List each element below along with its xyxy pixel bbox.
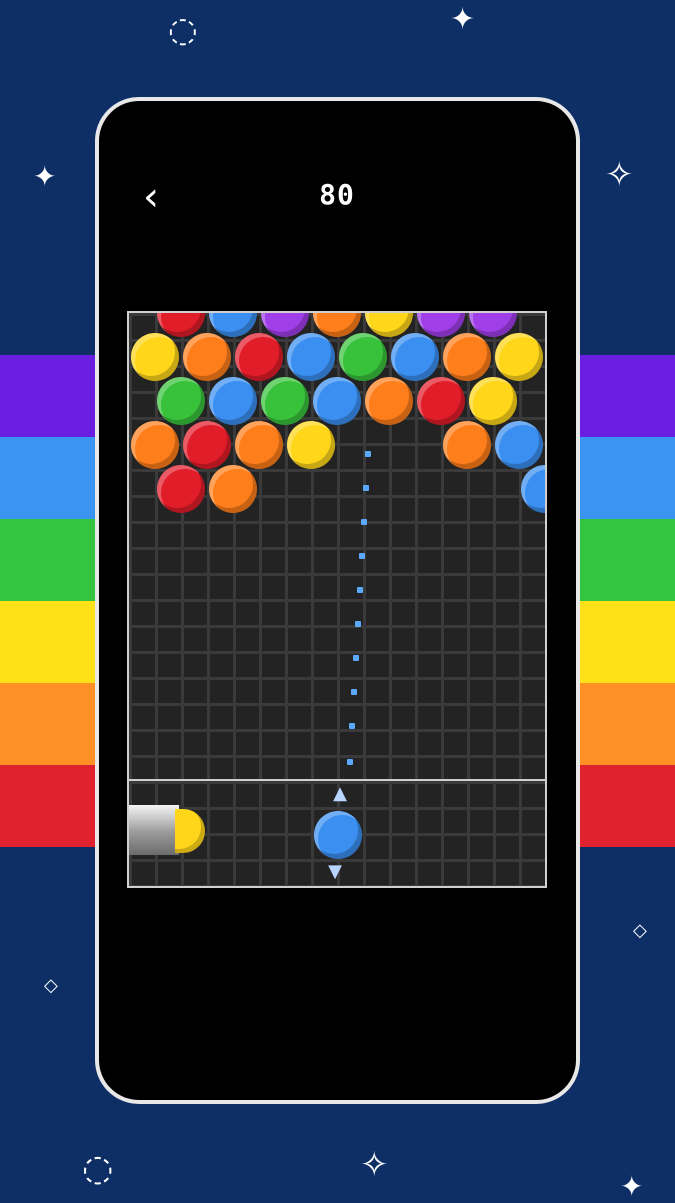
aim-dot xyxy=(353,655,359,661)
aim-dot xyxy=(359,553,365,559)
bubble-red xyxy=(183,421,231,469)
bubble-yellow xyxy=(131,333,179,381)
aim-dot xyxy=(361,519,367,525)
bubble-red xyxy=(417,377,465,425)
chevron-left-icon: ‹ xyxy=(143,174,159,220)
score-label: 80 xyxy=(319,178,355,211)
bubble-red xyxy=(157,465,205,513)
bubble-yellow xyxy=(495,333,543,381)
bubble-blue xyxy=(287,333,335,381)
star-icon: ✦ xyxy=(33,160,57,193)
aim-dot xyxy=(363,485,369,491)
bubble-orange xyxy=(209,465,257,513)
star-icon: ✦ xyxy=(620,1170,644,1203)
aim-dot xyxy=(355,621,361,627)
game-board[interactable]: ▲ ▼ xyxy=(127,311,547,888)
bubble-red xyxy=(235,333,283,381)
star-icon: ✦ xyxy=(450,2,476,37)
circle-sparkle-icon: ◌ xyxy=(168,10,198,50)
bubble-green xyxy=(261,377,309,425)
bubble-blue xyxy=(391,333,439,381)
arrow-up-icon: ▲ xyxy=(333,783,347,804)
arrow-down-icon: ▼ xyxy=(328,861,342,882)
aim-dot xyxy=(357,587,363,593)
star-icon: ✧ xyxy=(360,1145,389,1185)
bubble-orange xyxy=(443,333,491,381)
circle-sparkle-icon: ◌ xyxy=(82,1148,114,1189)
diamond-sparkle-icon: ◇ xyxy=(633,920,647,941)
bubble-orange xyxy=(235,421,283,469)
bubble-orange xyxy=(131,421,179,469)
bubble-orange xyxy=(443,421,491,469)
bubble-green xyxy=(339,333,387,381)
bubble-blue xyxy=(209,377,257,425)
back-button[interactable]: ‹ xyxy=(133,175,169,219)
bubble-orange xyxy=(183,333,231,381)
aim-dot xyxy=(351,689,357,695)
aim-dot xyxy=(365,451,371,457)
aim-dot xyxy=(347,759,353,765)
bubble-yellow xyxy=(287,421,335,469)
bubble-yellow xyxy=(469,377,517,425)
bubble-blue xyxy=(495,421,543,469)
bubble-green xyxy=(157,377,205,425)
deadline-line xyxy=(129,779,545,781)
aim-dot xyxy=(349,723,355,729)
current-bubble[interactable] xyxy=(314,811,362,859)
star-icon: ✧ xyxy=(605,155,634,195)
bubble-orange xyxy=(365,377,413,425)
diamond-sparkle-icon: ◇ xyxy=(44,975,58,996)
bubble-blue xyxy=(313,377,361,425)
